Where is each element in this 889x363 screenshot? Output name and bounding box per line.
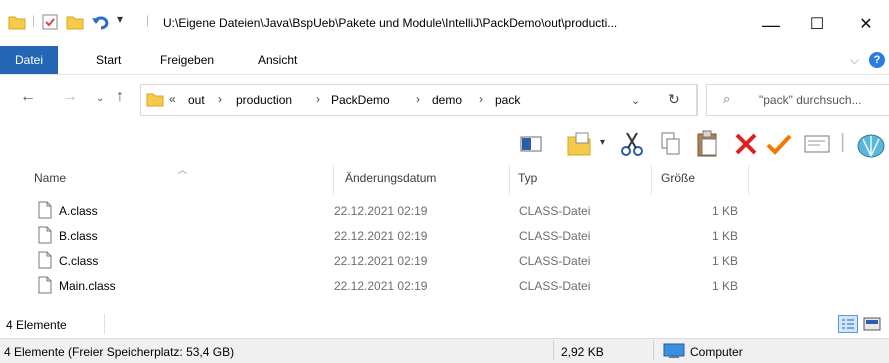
item-count: 4 Elemente [6, 318, 67, 332]
file-name: B.class [59, 229, 98, 243]
refresh-button[interactable]: ↻ [656, 84, 697, 116]
search-icon: ⌕ [723, 91, 731, 106]
file-name: A.class [59, 204, 98, 218]
file-icon [38, 226, 52, 244]
chevron-right-icon[interactable]: › [479, 92, 483, 106]
tab-ansicht[interactable]: Ansicht [258, 46, 297, 74]
chevron-right-icon[interactable]: › [218, 92, 222, 106]
folder-options-icon[interactable] [566, 131, 594, 157]
chevron-down-icon[interactable]: ⌄ [631, 94, 640, 107]
maximize-button[interactable]: ☐ [794, 8, 840, 42]
search-box[interactable]: ⌕ "pack" durchsuch... [706, 84, 889, 116]
large-icons-view-icon[interactable] [862, 315, 882, 333]
refresh-icon: ↻ [668, 91, 680, 107]
column-header-type[interactable]: Typ [518, 171, 537, 185]
window-title: U:\Eigene Dateien\Java\BspUeb\Pakete und… [163, 16, 618, 30]
separator: | [32, 13, 36, 27]
file-row[interactable]: C.class 22.12.2021 02:19 CLASS-Datei 1 K… [24, 249, 744, 274]
folder-icon [8, 16, 26, 30]
paste-icon[interactable] [696, 130, 720, 158]
column-header-name[interactable]: Name [34, 171, 66, 185]
minimize-button[interactable]: — [748, 8, 794, 42]
column-divider[interactable] [748, 165, 749, 195]
address-bar[interactable]: « out › production › PackDemo › demo › p… [140, 84, 698, 116]
breadcrumb-demo[interactable]: demo [432, 93, 462, 107]
file-row[interactable]: A.class 22.12.2021 02:19 CLASS-Datei 1 K… [24, 199, 744, 224]
file-icon [38, 201, 52, 219]
breadcrumb-pack[interactable]: pack [495, 93, 520, 107]
tab-start[interactable]: Start [96, 46, 121, 74]
rename-check-icon[interactable] [766, 132, 792, 156]
column-divider[interactable] [651, 165, 652, 195]
column-divider[interactable] [509, 165, 510, 195]
shell-icon[interactable] [856, 130, 886, 158]
sort-up-icon: ︿ [178, 165, 188, 175]
file-size: 1 KB [712, 254, 739, 268]
expand-ribbon-icon[interactable]: ⌵ [850, 53, 859, 68]
file-row[interactable]: Main.class 22.12.2021 02:19 CLASS-Datei … [24, 274, 744, 299]
new-folder-icon[interactable] [66, 14, 84, 30]
chevron-right-icon[interactable]: › [316, 92, 320, 106]
file-type: CLASS-Datei [519, 254, 591, 268]
dropdown-icon[interactable]: ▾ [600, 137, 605, 148]
up-icon[interactable]: ↑ [116, 88, 124, 106]
file-date: 22.12.2021 02:19 [334, 204, 428, 218]
column-header-size[interactable]: Größe [661, 171, 695, 185]
recent-locations-icon[interactable]: ⌄ [96, 93, 104, 104]
divider [104, 314, 105, 334]
status-divider [553, 340, 554, 360]
separator: | [840, 131, 846, 153]
file-date: 22.12.2021 02:19 [334, 254, 428, 268]
customize-toolbar-icon[interactable]: ▾ [117, 12, 123, 26]
separator: | [146, 13, 150, 27]
toolbar: ▾ | [500, 127, 889, 163]
item-count-bar: 4 Elemente [0, 312, 889, 336]
free-space-text: 4 Elemente (Freier Speicherplatz: 53,4 G… [4, 345, 235, 359]
delete-icon[interactable] [734, 132, 758, 156]
forward-icon[interactable]: → [62, 88, 78, 106]
tab-freigeben[interactable]: Freigeben [160, 46, 214, 74]
copy-icon[interactable] [660, 131, 682, 157]
file-size: 1 KB [712, 229, 739, 243]
properties-icon[interactable] [42, 14, 58, 30]
computer-icon [663, 343, 685, 358]
overflow-icon[interactable]: « [169, 92, 176, 106]
file-name: Main.class [59, 279, 116, 293]
file-size: 1 KB [712, 204, 739, 218]
breadcrumb-out[interactable]: out [188, 93, 205, 107]
title-bar: | ▾ | U:\Eigene Dateien\Java\BspUeb\Pake… [0, 0, 889, 46]
chevron-right-icon[interactable]: › [416, 92, 420, 106]
column-divider[interactable] [333, 165, 334, 195]
status-bar: 4 Elemente (Freier Speicherplatz: 53,4 G… [0, 338, 889, 363]
tab-datei[interactable]: Datei [0, 46, 58, 74]
close-button[interactable]: ✕ [843, 8, 889, 42]
file-type: CLASS-Datei [519, 204, 591, 218]
file-date: 22.12.2021 02:19 [334, 229, 428, 243]
properties-icon[interactable] [804, 133, 830, 155]
details-view-icon[interactable] [838, 315, 858, 333]
breadcrumb-production[interactable]: production [236, 93, 292, 107]
back-icon[interactable]: ← [20, 88, 36, 106]
total-size-text: 2,92 KB [561, 345, 604, 359]
folder-icon [146, 93, 164, 107]
file-type: CLASS-Datei [519, 229, 591, 243]
undo-icon[interactable] [91, 14, 109, 30]
file-icon [38, 276, 52, 294]
file-date: 22.12.2021 02:19 [334, 279, 428, 293]
ribbon-tabs: Datei Start Freigeben Ansicht ⌵ ? [0, 46, 889, 75]
breadcrumb-packdemo[interactable]: PackDemo [331, 93, 390, 107]
file-name: C.class [59, 254, 99, 268]
file-icon [38, 251, 52, 269]
status-divider [653, 340, 654, 360]
column-header-date[interactable]: Änderungsdatum [345, 171, 436, 185]
location-text: Computer [690, 345, 743, 359]
cut-icon[interactable] [620, 131, 644, 157]
file-size: 1 KB [712, 279, 739, 293]
file-type: CLASS-Datei [519, 279, 591, 293]
search-input[interactable]: "pack" durchsuch... [759, 93, 862, 107]
file-row[interactable]: B.class 22.12.2021 02:19 CLASS-Datei 1 K… [24, 224, 744, 249]
preview-pane-icon[interactable] [520, 135, 542, 153]
help-icon[interactable]: ? [869, 52, 885, 68]
